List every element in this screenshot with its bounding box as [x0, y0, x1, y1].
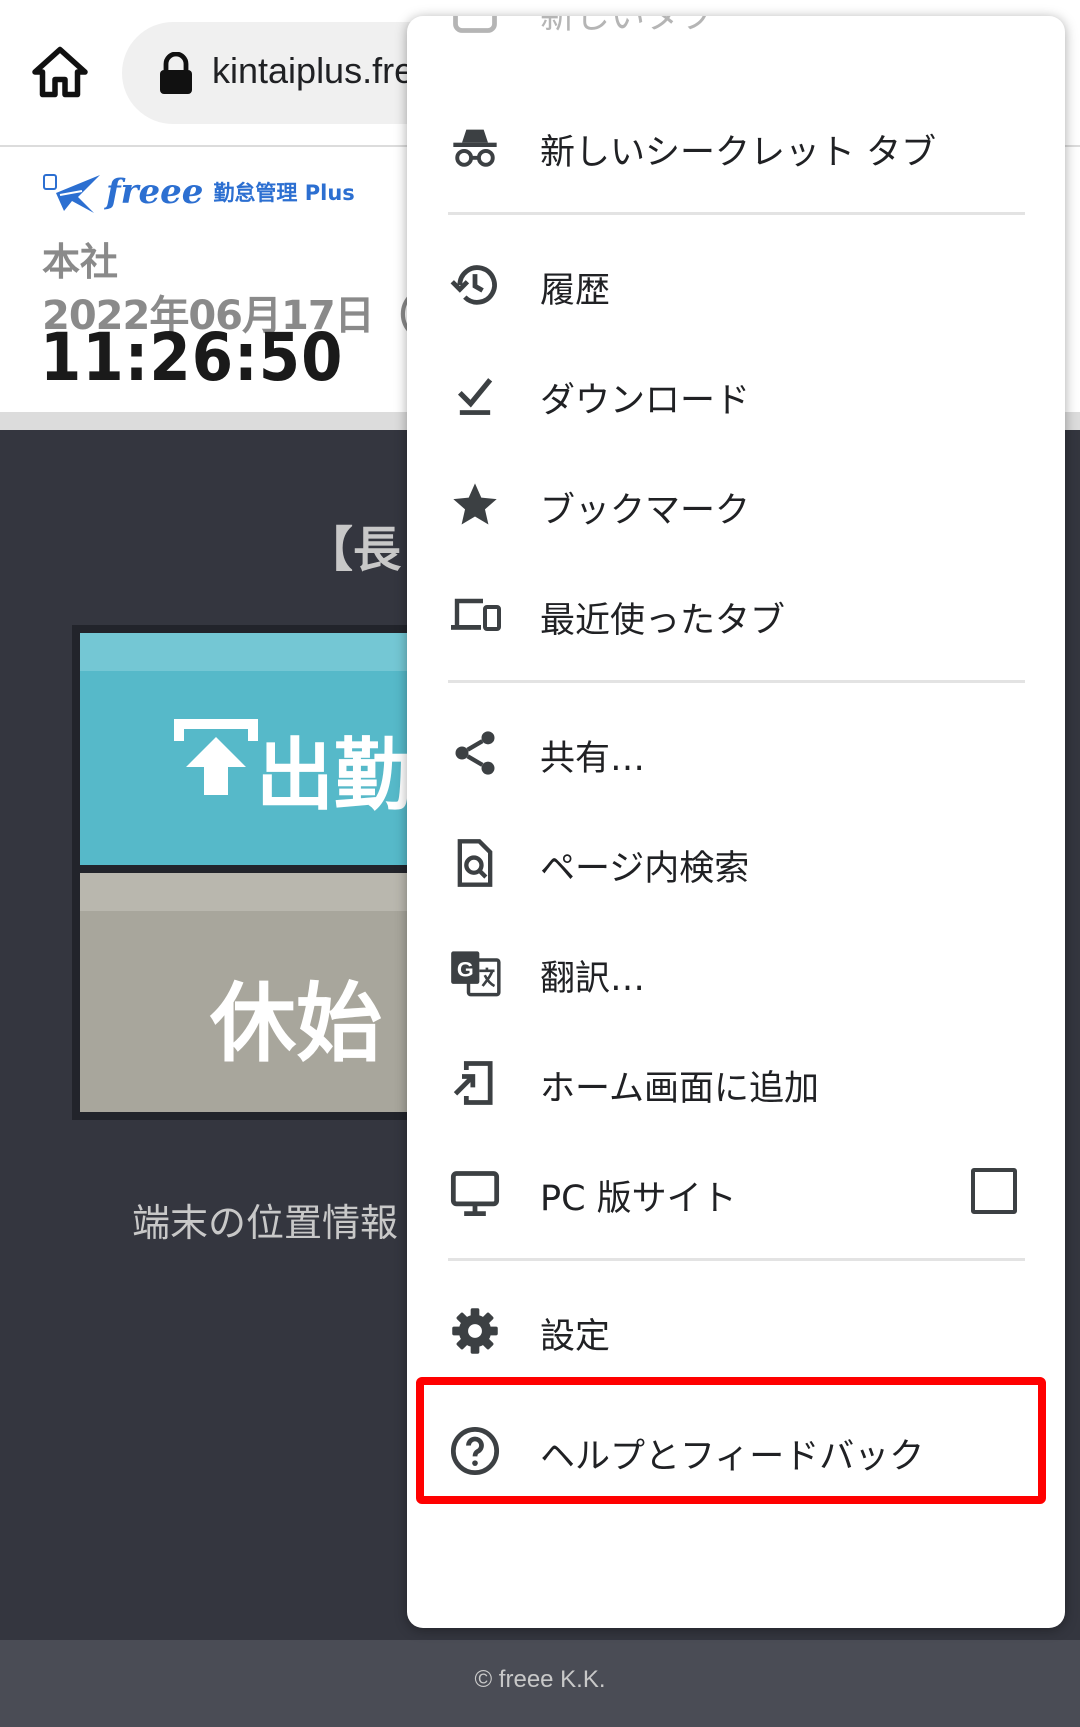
- menu-item-share[interactable]: 共有…: [407, 702, 1065, 802]
- download-done-icon: [457, 378, 493, 415]
- logo-product: 勤怠管理 Plus: [213, 181, 355, 205]
- menu-item-new-tab[interactable]: 新しいタブ: [407, 16, 1065, 60]
- history-icon: [450, 265, 497, 305]
- menu-item-settings[interactable]: 設定: [407, 1280, 1065, 1380]
- home-icon: [32, 46, 88, 98]
- menu-item-history[interactable]: 履歴: [407, 234, 1065, 334]
- menu-item-translate[interactable]: G 翻訳…: [407, 922, 1065, 1022]
- new-tab-icon: [453, 16, 497, 33]
- menu-item-label: 設定: [540, 1317, 611, 1357]
- location-note: 端末の位置情報: [132, 1201, 399, 1245]
- menu-item-find-in-page[interactable]: ページ内検索: [407, 812, 1065, 912]
- menu-item-recent-tabs[interactable]: 最近使ったタブ: [407, 564, 1065, 664]
- settings-highlight-box: [416, 1377, 1046, 1504]
- clock-in-label: 出勤: [256, 731, 413, 821]
- add-to-home-screen-icon: [453, 1061, 493, 1105]
- find-in-page-icon: [457, 839, 493, 887]
- menu-item-label: 新しいシークレット タブ: [540, 133, 937, 173]
- menu-item-downloads[interactable]: ダウンロード: [407, 344, 1065, 444]
- star-icon: [453, 483, 497, 525]
- desktop-site-checkbox[interactable]: [971, 1168, 1017, 1214]
- gear-icon: [452, 1308, 498, 1354]
- lock-icon: [156, 52, 196, 96]
- home-button[interactable]: [30, 42, 90, 102]
- svg-text:G: G: [457, 956, 474, 981]
- menu-item-desktop-site[interactable]: PC 版サイト: [407, 1142, 1065, 1242]
- menu-item-label: ダウンロード: [540, 381, 751, 421]
- desktop-icon: [450, 1171, 500, 1216]
- menu-item-label: 履歴: [540, 271, 611, 311]
- footer-copyright: © freee K.K.: [0, 1640, 1080, 1727]
- menu-item-label: 共有…: [540, 739, 646, 779]
- arrow-up-bar-icon: [174, 719, 258, 795]
- menu-item-label: ブックマーク: [540, 491, 751, 531]
- menu-item-bookmarks[interactable]: ブックマーク: [407, 454, 1065, 554]
- menu-divider: [448, 1258, 1025, 1261]
- incognito-icon: [453, 129, 497, 167]
- paper-plane-logo-icon: [43, 174, 100, 213]
- menu-divider: [448, 680, 1025, 683]
- logo-brand: freee: [106, 172, 204, 212]
- freee-logo: freee 勤怠管理 Plus: [42, 167, 355, 217]
- menu-item-label: PC 版サイト: [540, 1179, 737, 1219]
- share-icon: [455, 731, 495, 775]
- current-time: 11:26:50: [40, 319, 344, 396]
- break-start-label: 休始: [210, 974, 382, 1074]
- menu-item-label: 翻訳…: [540, 959, 646, 999]
- translate-icon: G: [451, 951, 501, 997]
- menu-item-new-incognito-tab[interactable]: 新しいシークレット タブ: [407, 96, 1065, 196]
- devices-icon: [451, 598, 501, 631]
- menu-item-label: ページ内検索: [540, 849, 750, 889]
- menu-item-add-to-home-screen[interactable]: ホーム画面に追加: [407, 1032, 1065, 1132]
- menu-item-label: 最近使ったタブ: [540, 601, 786, 641]
- menu-item-new-tab-label: 新しいタブ: [540, 16, 716, 37]
- menu-item-label: ホーム画面に追加: [540, 1069, 819, 1109]
- url-text: kintaiplus.fre: [212, 50, 415, 91]
- office-name: 本社: [42, 240, 119, 284]
- menu-divider: [448, 212, 1025, 215]
